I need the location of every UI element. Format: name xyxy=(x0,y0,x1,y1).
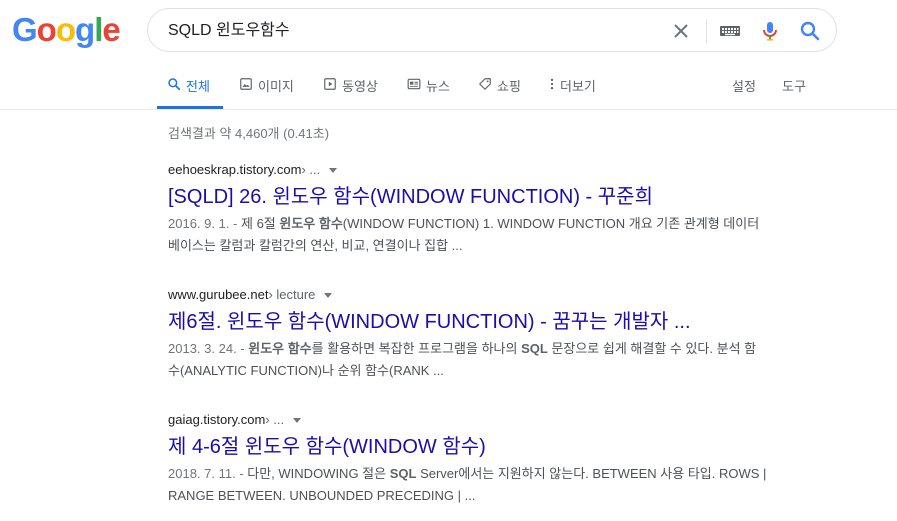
tab-shopping[interactable]: 쇼핑 xyxy=(478,68,521,106)
result-snippet: 2013. 3. 24. - 윈도우 함수를 활용하면 복잡한 프로그램을 하나… xyxy=(168,338,768,382)
tabs-divider xyxy=(0,109,897,110)
logo-letter: G xyxy=(12,11,38,48)
snippet-highlight: 윈도우 함수 xyxy=(248,341,312,356)
chevron-down-icon[interactable] xyxy=(324,292,333,298)
search-input[interactable]: SQLD 윈도우함수 xyxy=(168,9,290,53)
result-url[interactable]: gaiag.tistory.com › ... xyxy=(168,411,768,429)
result-stats: 검색결과 약 4,460개 (0.41초) xyxy=(168,126,330,141)
result-site: eehoeskrap.tistory.com xyxy=(168,162,302,177)
tag-icon xyxy=(478,68,492,106)
result-path: › ... xyxy=(265,412,285,427)
search-result: gaiag.tistory.com › ... 제 4-6절 윈도우 함수(WI… xyxy=(168,411,768,507)
snippet-text: 제 6절 xyxy=(241,216,280,231)
more-vert-icon xyxy=(549,68,555,106)
result-path: › lecture xyxy=(268,287,316,302)
logo-letter: g xyxy=(75,11,95,48)
result-date: 2018. 7. 11. - xyxy=(168,466,248,481)
snippet-text: 다만, WINDOWING 절은 xyxy=(247,466,390,481)
microphone-icon[interactable] xyxy=(758,19,782,43)
tab-images[interactable]: 이미지 xyxy=(239,68,294,106)
chevron-down-icon[interactable] xyxy=(329,167,338,173)
result-date: 2013. 3. 24. - xyxy=(168,341,249,356)
tab-label: 더보기 xyxy=(560,79,596,94)
chevron-down-icon[interactable] xyxy=(293,417,302,423)
tab-label: 뉴스 xyxy=(426,79,450,94)
tab-label: 쇼핑 xyxy=(497,79,521,94)
search-box[interactable]: SQLD 윈도우함수 xyxy=(147,8,837,52)
tab-more[interactable]: 더보기 xyxy=(549,68,596,106)
result-url[interactable]: eehoeskrap.tistory.com › ... xyxy=(168,161,768,179)
search-result: eehoeskrap.tistory.com › ... [SQLD] 26. … xyxy=(168,161,768,257)
result-path: › ... xyxy=(301,162,321,177)
search-result: www.gurubee.net › lecture 제6절. 윈도우 함수(WI… xyxy=(168,286,768,382)
result-title[interactable]: 제6절. 윈도우 함수(WINDOW FUNCTION) - 꿈꾸는 개발자 .… xyxy=(168,309,768,335)
settings-link[interactable]: 설정 xyxy=(732,68,756,106)
tab-label: 전체 xyxy=(186,79,210,94)
snippet-highlight: 윈도우 함수 xyxy=(279,216,343,231)
video-icon xyxy=(323,68,337,106)
news-icon xyxy=(407,68,421,106)
result-snippet: 2018. 7. 11. - 다만, WINDOWING 절은 SQL Serv… xyxy=(168,463,768,507)
logo-letter: e xyxy=(102,11,120,48)
tab-label: 이미지 xyxy=(258,79,294,94)
result-title[interactable]: 제 4-6절 윈도우 함수(WINDOW 함수) xyxy=(168,434,768,460)
tab-all[interactable]: 전체 xyxy=(167,68,210,106)
logo-letter: o xyxy=(55,11,76,48)
result-snippet: 2016. 9. 1. - 제 6절 윈도우 함수(WINDOW FUNCTIO… xyxy=(168,213,768,257)
google-logo[interactable]: Google xyxy=(12,10,121,50)
search-icon[interactable] xyxy=(798,19,822,43)
tools-link[interactable]: 도구 xyxy=(782,68,806,106)
result-site: www.gurubee.net xyxy=(168,287,269,302)
search-tabs: 전체 이미지 동영상 뉴스 쇼핑 더보기 설정 도구 xyxy=(0,68,897,109)
result-url[interactable]: www.gurubee.net › lecture xyxy=(168,286,768,304)
image-icon xyxy=(239,68,253,106)
result-date: 2016. 9. 1. - xyxy=(168,216,241,231)
logo-letter: o xyxy=(36,11,57,48)
search-divider xyxy=(706,19,707,43)
close-icon[interactable] xyxy=(669,19,693,43)
tab-news[interactable]: 뉴스 xyxy=(407,68,450,106)
snippet-highlight: SQL xyxy=(521,341,548,356)
result-title[interactable]: [SQLD] 26. 윈도우 함수(WINDOW FUNCTION) - 꾸준희 xyxy=(168,184,768,210)
search-icon xyxy=(167,68,181,106)
result-site: gaiag.tistory.com xyxy=(168,412,266,427)
snippet-highlight: SQL xyxy=(389,466,417,481)
tab-label: 동영상 xyxy=(342,79,378,94)
snippet-text: 를 활용하면 복잡한 프로그램을 하나의 xyxy=(311,341,522,356)
tab-videos[interactable]: 동영상 xyxy=(323,68,378,106)
keyboard-icon[interactable] xyxy=(718,19,742,43)
